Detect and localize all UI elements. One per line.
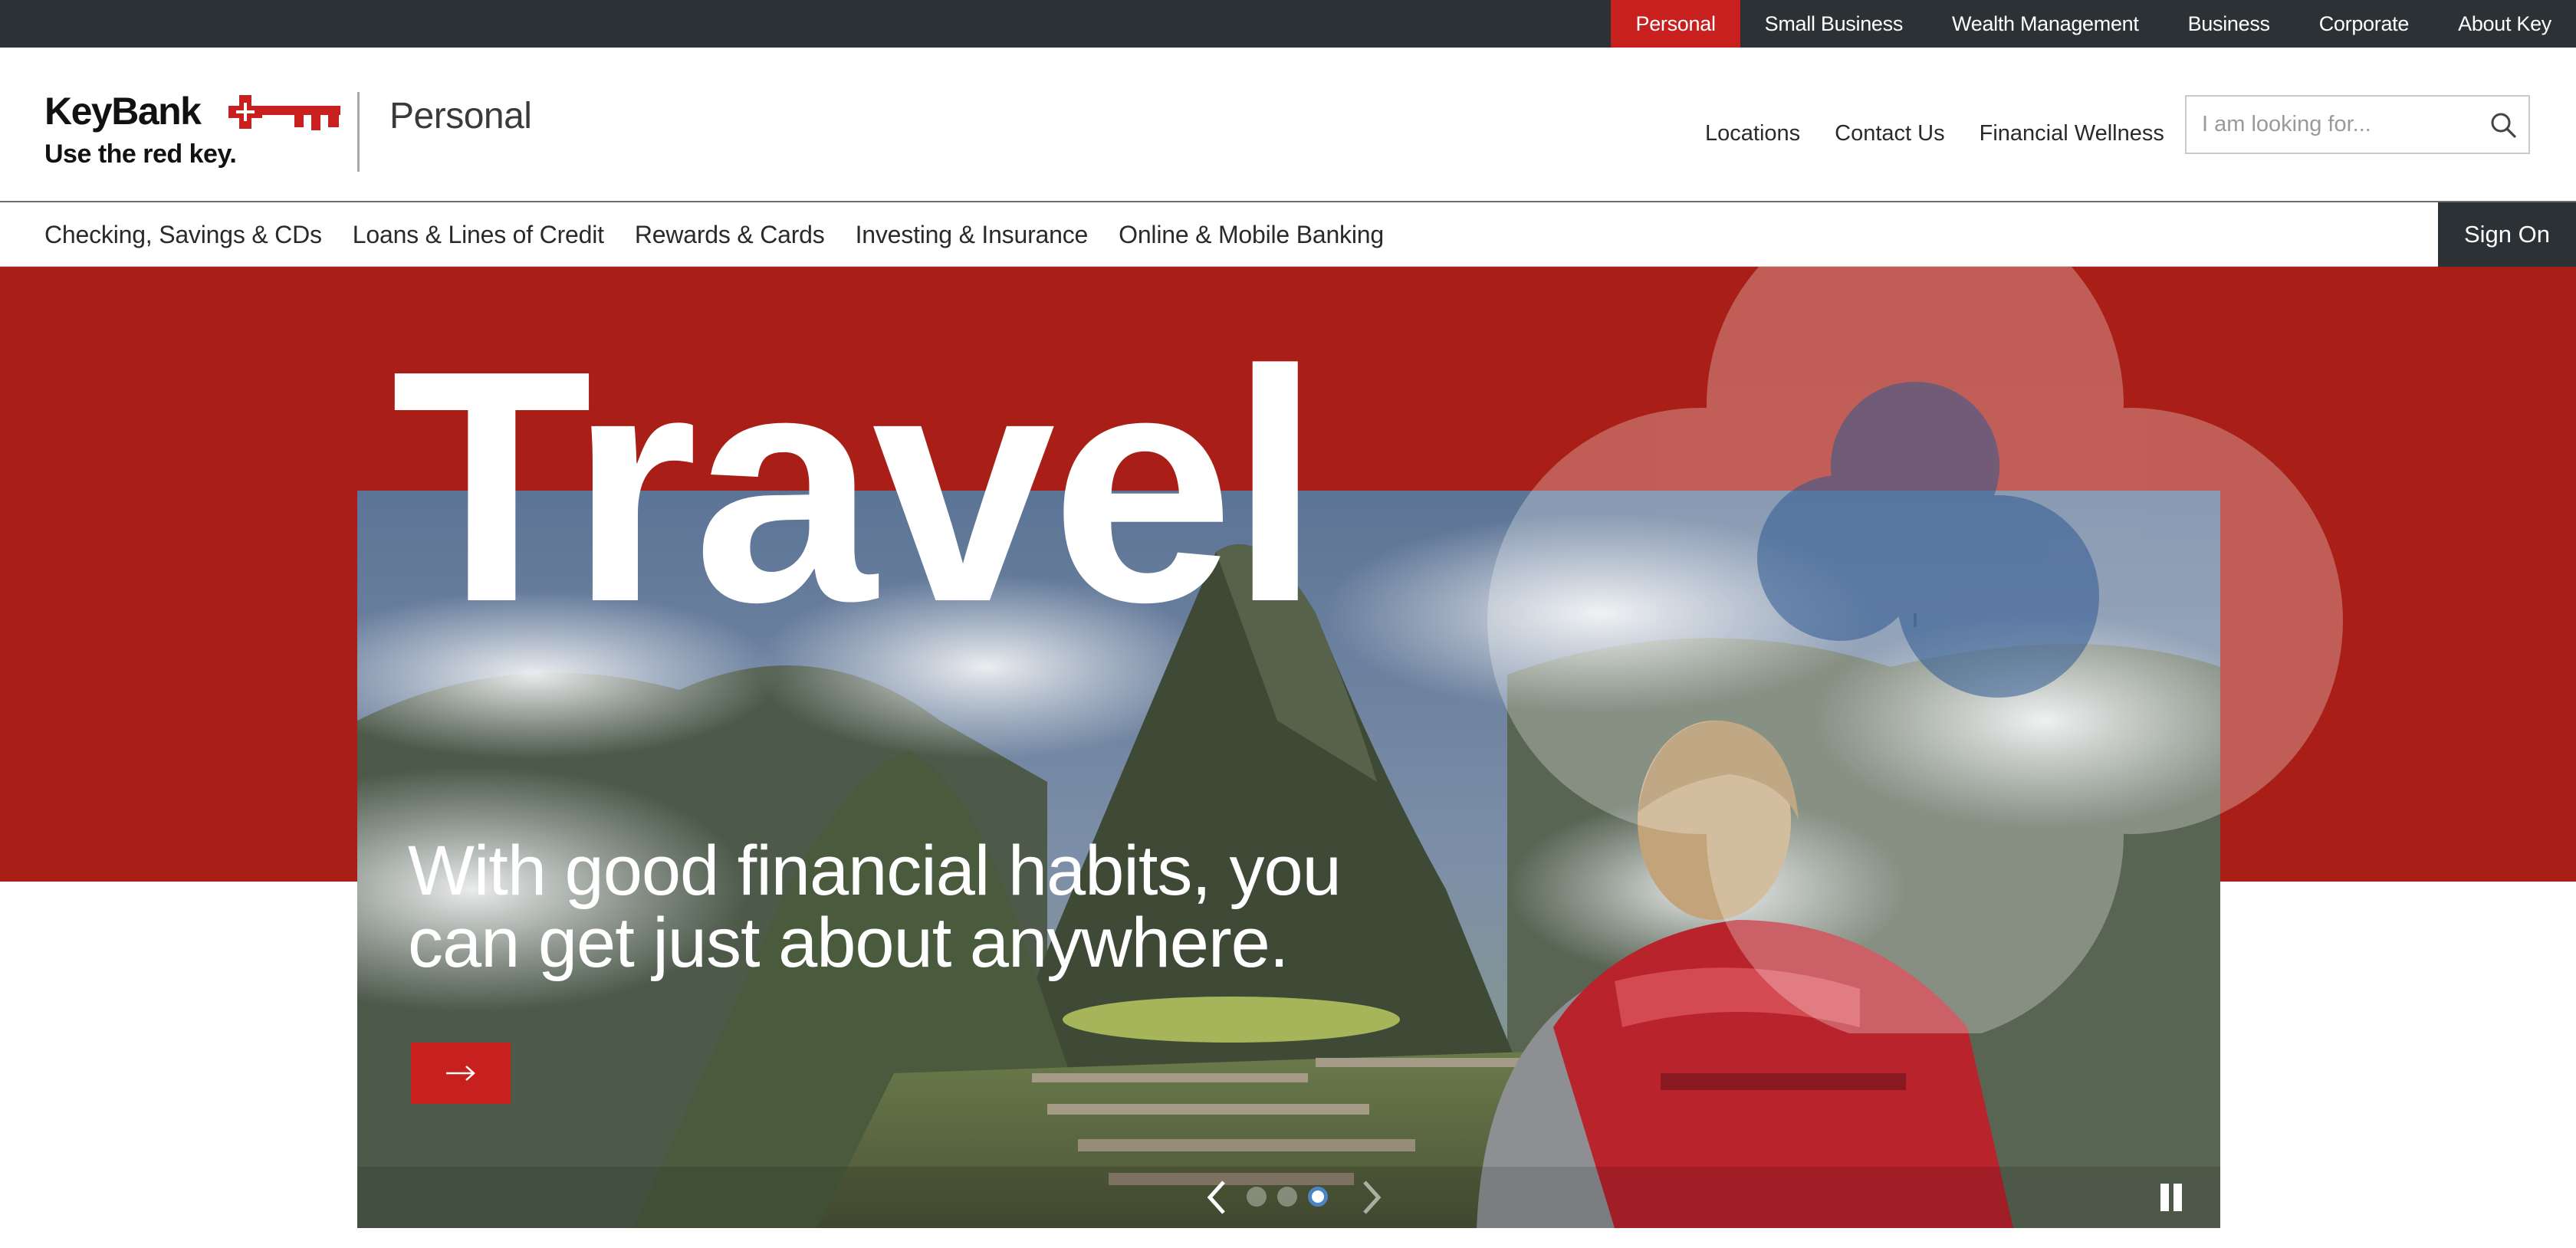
hero-headline: Travel [391,303,1321,671]
nav-loans-lines-of-credit[interactable]: Loans & Lines of Credit [337,221,619,249]
logo-tagline: Use the red key. [44,140,237,169]
segment-link-corporate[interactable]: Corporate [2295,0,2433,48]
carousel-dot-3[interactable] [1308,1187,1328,1207]
utility-bar: Personal Small Business Wealth Managemen… [0,0,2576,48]
nav-checking-savings-cds[interactable]: Checking, Savings & CDs [29,221,337,249]
logo-wordmark: KeyBank [44,90,202,133]
link-financial-wellness[interactable]: Financial Wellness [1980,121,2164,146]
site-header: KeyBank Use the red key. Personal Locati… [0,48,2576,202]
carousel-dot-2[interactable] [1277,1187,1297,1207]
nav-rewards-cards[interactable]: Rewards & Cards [619,221,840,249]
carousel-controls [357,1167,2220,1228]
segment-nav: Personal Small Business Wealth Managemen… [1611,0,2576,48]
nav-online-mobile-banking[interactable]: Online & Mobile Banking [1103,221,1399,249]
carousel-dot-1[interactable] [1247,1187,1267,1207]
segment-link-small-business[interactable]: Small Business [1740,0,1927,48]
segment-link-business[interactable]: Business [2164,0,2295,48]
link-contact-us[interactable]: Contact Us [1835,121,1944,146]
search-box [2185,95,2530,154]
arrow-right-icon [446,1066,475,1081]
main-nav: Checking, Savings & CDs Loans & Lines of… [0,202,2576,267]
chevron-right-icon[interactable] [1354,1177,1388,1217]
keybank-logo[interactable]: KeyBank Use the red key. [44,90,340,176]
nav-investing-insurance[interactable]: Investing & Insurance [840,221,1104,249]
red-key-icon [228,95,340,130]
pause-icon[interactable] [2156,1182,2187,1213]
segment-link-wealth-management[interactable]: Wealth Management [1927,0,2164,48]
main-nav-items: Checking, Savings & CDs Loans & Lines of… [29,202,1399,267]
section-title: Personal [389,96,532,136]
hero-subtext: With good financial habits, you can get … [408,832,1342,982]
segment-link-about-key[interactable]: About Key [2433,0,2576,48]
link-locations[interactable]: Locations [1705,121,1800,146]
chevron-left-icon[interactable] [1201,1177,1234,1217]
hero-cta-button[interactable] [411,1043,511,1104]
search-icon[interactable] [2489,110,2518,140]
search-input[interactable] [2187,97,2470,153]
header-divider [357,92,360,172]
header-links: Locations Contact Us Financial Wellness [1705,110,2199,156]
segment-link-personal[interactable]: Personal [1611,0,1740,48]
sign-on-button[interactable]: Sign On [2438,202,2576,267]
